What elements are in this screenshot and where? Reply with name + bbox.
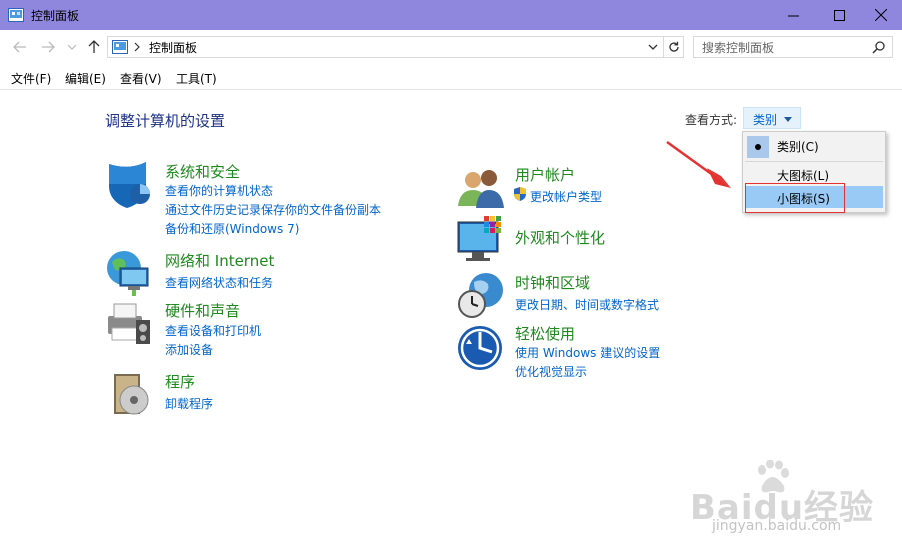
chevron-down-icon[interactable]	[647, 41, 659, 53]
menu-view[interactable]: 查看(V)	[120, 70, 162, 87]
menu-edit[interactable]: 编辑(E)	[65, 70, 106, 87]
link-network-status[interactable]: 查看网络状态和任务	[165, 274, 273, 291]
close-button[interactable]	[858, 0, 902, 30]
back-button[interactable]	[12, 39, 28, 55]
menu-tools[interactable]: 工具(T)	[176, 70, 217, 87]
clock-globe-icon[interactable]	[456, 270, 506, 320]
radio-selected-icon	[747, 136, 769, 158]
watermark-url: jingyan.baidu.com	[712, 518, 842, 534]
link-change-account-type[interactable]: 更改帐户类型	[530, 188, 602, 205]
user-accounts-icon[interactable]	[456, 164, 506, 214]
search-input[interactable]: 搜索控制面板	[702, 39, 774, 56]
link-uninstall-program[interactable]: 卸载程序	[165, 395, 213, 412]
view-by-value: 类别	[753, 113, 778, 127]
link-file-history[interactable]: 通过文件历史记录保存你的文件备份副本	[165, 201, 381, 218]
up-button[interactable]	[86, 39, 102, 55]
window-title: 控制面板	[31, 9, 80, 23]
appearance-icon[interactable]	[456, 214, 506, 264]
menu-file[interactable]: 文件(F)	[11, 70, 51, 87]
arrow-left-icon	[13, 41, 26, 53]
category-ease-of-access[interactable]: 轻松使用	[515, 323, 575, 344]
minimize-button[interactable]	[770, 0, 816, 30]
category-network-internet[interactable]: 网络和 Internet	[165, 250, 274, 271]
programs-icon[interactable]	[108, 370, 158, 420]
category-hardware-sound[interactable]: 硬件和声音	[165, 300, 240, 321]
ease-of-access-icon[interactable]	[456, 322, 506, 372]
link-devices-printers[interactable]: 查看设备和打印机	[165, 322, 261, 339]
forward-button[interactable]	[40, 39, 56, 55]
menu-divider	[745, 161, 883, 162]
printer-icon[interactable]	[104, 298, 154, 348]
annotation-arrow-icon	[666, 140, 731, 188]
link-change-date-time-format[interactable]: 更改日期、时间或数字格式	[515, 296, 659, 313]
chevron-right-icon[interactable]	[133, 40, 141, 54]
view-option-label: 类别(C)	[777, 140, 819, 154]
link-add-device[interactable]: 添加设备	[165, 341, 213, 358]
navigation-bar: 控制面板 搜索控制面板	[0, 30, 902, 64]
refresh-icon	[668, 41, 679, 52]
refresh-button[interactable]	[664, 36, 684, 58]
link-backup-restore[interactable]: 备份和还原(Windows 7)	[165, 220, 299, 237]
maximize-button[interactable]	[816, 0, 862, 30]
link-optimize-visual-display[interactable]: 优化视觉显示	[515, 363, 587, 380]
view-option-large-icons[interactable]: 大图标(L)	[745, 163, 883, 185]
control-panel-icon	[112, 40, 128, 54]
category-user-accounts[interactable]: 用户帐户	[515, 164, 575, 185]
control-panel-icon	[8, 8, 24, 22]
address-bar[interactable]: 控制面板	[107, 36, 664, 58]
view-option-category[interactable]: 类别(C)	[745, 134, 883, 158]
search-box[interactable]: 搜索控制面板	[693, 36, 893, 58]
arrow-up-icon	[88, 40, 100, 53]
page-title: 调整计算机的设置	[105, 112, 226, 130]
address-path[interactable]: 控制面板	[149, 39, 197, 56]
annotation-highlight-box	[745, 183, 845, 213]
view-option-label: 大图标(L)	[777, 169, 830, 183]
link-windows-recommended-settings[interactable]: 使用 Windows 建议的设置	[515, 344, 660, 361]
title-bar: 控制面板	[0, 0, 902, 30]
search-icon[interactable]	[872, 40, 886, 54]
category-system-security[interactable]: 系统和安全	[165, 161, 240, 182]
arrow-right-icon	[42, 41, 55, 53]
category-clock-region[interactable]: 时钟和区域	[515, 272, 590, 293]
recent-locations-button[interactable]	[64, 39, 80, 55]
link-view-computer-status[interactable]: 查看你的计算机状态	[165, 182, 273, 199]
shield-icon[interactable]	[104, 160, 154, 210]
category-programs[interactable]: 程序	[165, 371, 195, 392]
caret-down-icon	[784, 117, 792, 122]
menu-bar: 文件(F) 编辑(E) 查看(V) 工具(T)	[0, 64, 902, 90]
chevron-down-icon	[67, 44, 77, 50]
view-by-label: 查看方式:	[685, 113, 738, 127]
baidu-watermark: Baidu经验 jingyan.baidu.com	[690, 460, 890, 540]
network-globe-icon[interactable]	[104, 248, 154, 298]
view-by-dropdown[interactable]: 类别	[743, 107, 801, 129]
category-appearance[interactable]: 外观和个性化	[515, 227, 605, 248]
minimize-icon	[787, 15, 799, 16]
maximize-icon	[833, 9, 845, 21]
uac-shield-icon	[514, 187, 526, 201]
close-icon	[875, 9, 887, 21]
